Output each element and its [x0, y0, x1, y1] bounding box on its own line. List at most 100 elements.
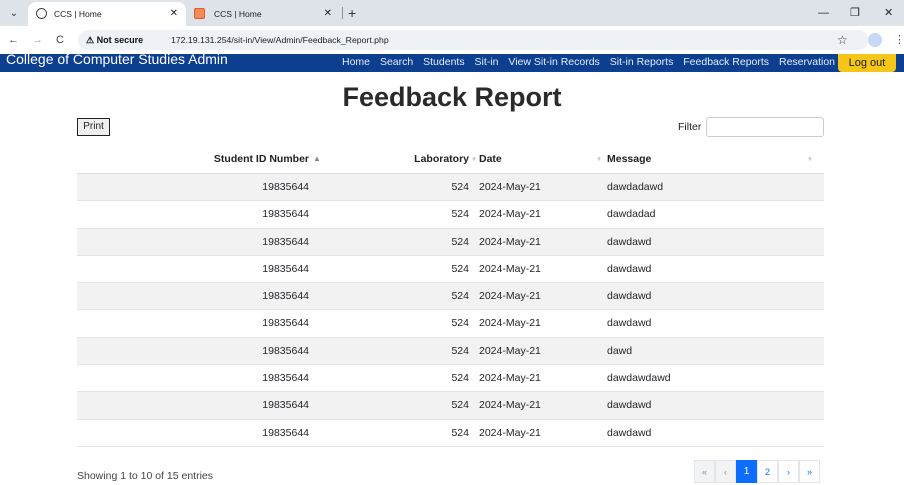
- tab-title: CCS | Home: [54, 9, 102, 19]
- cell-message: dawdawd: [607, 235, 652, 248]
- page-title: Feedback Report: [342, 82, 562, 112]
- site-favicon-icon: [36, 8, 47, 19]
- table-row: 19835644 524 2024-May-21 dawdawd: [77, 283, 824, 311]
- cell-student-id: 19835644: [262, 372, 309, 385]
- cell-message: dawdawd: [607, 262, 652, 275]
- filter-label: Filter: [678, 121, 702, 133]
- cell-student-id: 19835644: [262, 399, 309, 412]
- nav-link-reservation[interactable]: Reservation: [779, 56, 835, 68]
- entries-info: Showing 1 to 10 of 15 entries: [77, 470, 214, 482]
- site-favicon-icon: [194, 8, 205, 19]
- cell-message: dawdawd: [607, 290, 652, 303]
- page-button-1[interactable]: 1: [736, 460, 757, 483]
- cell-student-id: 19835644: [262, 290, 309, 303]
- cell-date: 2024-May-21: [479, 181, 541, 193]
- cell-laboratory: 524: [451, 208, 469, 221]
- cell-student-id: 19835644: [262, 426, 309, 439]
- cell-message: dawdadawd: [607, 181, 664, 193]
- cell-laboratory: 524: [451, 181, 469, 193]
- tab-title: CCS | Home: [214, 9, 262, 19]
- print-button[interactable]: Print: [77, 118, 110, 136]
- column-header-message[interactable]: Message: [607, 146, 817, 173]
- cell-laboratory: 524: [451, 372, 469, 385]
- table-row: 19835644 524 2024-May-21 dawdadad: [77, 201, 824, 229]
- table-body: 19835644 524 2024-May-21 dawdadawd 19835644 5…: [77, 174, 824, 447]
- nav-link-view-sit-in-records[interactable]: View Sit-in Records: [508, 56, 599, 68]
- minimize-icon[interactable]: —: [818, 2, 829, 24]
- cell-laboratory: 524: [451, 235, 469, 248]
- tab-close-icon[interactable]: ✕: [324, 2, 332, 26]
- url-text[interactable]: 172.19.131.254/sit-in/View/Admin/Feedbac…: [171, 30, 389, 50]
- logout-button[interactable]: Log out: [838, 54, 896, 72]
- address-bar[interactable]: ⚠ Not secure 172.19.131.254/sit-in/View/…: [78, 30, 868, 50]
- cell-laboratory: 524: [451, 262, 469, 275]
- navbar-brand[interactable]: College of Computer Studies Admin: [6, 54, 228, 67]
- nav-link-search[interactable]: Search: [380, 56, 413, 68]
- prev-page-button[interactable]: ‹: [715, 460, 736, 483]
- cell-laboratory: 524: [451, 426, 469, 439]
- browser-tab-active[interactable]: CCS | Home ✕: [28, 2, 186, 26]
- cell-student-id: 19835644: [262, 235, 309, 248]
- browser-menu-icon[interactable]: ⋮: [894, 26, 904, 54]
- cell-laboratory: 524: [451, 290, 469, 303]
- cell-message: dawdawdawd: [607, 372, 671, 385]
- reload-icon[interactable]: C: [56, 26, 64, 54]
- nav-link-feedback-reports[interactable]: Feedback Reports: [683, 56, 769, 68]
- cell-date: 2024-May-21: [479, 235, 541, 248]
- table-row: 19835644 524 2024-May-21 dawdawd: [77, 392, 824, 420]
- cell-message: dawd: [607, 344, 633, 357]
- first-page-button[interactable]: «: [694, 460, 715, 483]
- table-row: 19835644 524 2024-May-21 dawdawdawd: [77, 365, 824, 393]
- tab-search-dropdown-icon[interactable]: ⌄: [6, 6, 22, 22]
- pagination: « ‹ 1 2 › »: [694, 460, 820, 483]
- tab-close-icon[interactable]: ✕: [170, 2, 178, 26]
- filter-input[interactable]: [706, 117, 824, 137]
- cell-date: 2024-May-21: [479, 290, 541, 303]
- security-warning[interactable]: ⚠ Not secure: [86, 30, 143, 50]
- close-window-icon[interactable]: ✕: [884, 2, 893, 24]
- cell-date: 2024-May-21: [479, 399, 541, 412]
- cell-student-id: 19835644: [262, 317, 309, 330]
- cell-message: dawdawd: [607, 317, 652, 330]
- forward-icon[interactable]: →: [32, 26, 43, 54]
- new-tab-button[interactable]: +: [348, 2, 356, 24]
- cell-student-id: 19835644: [262, 344, 309, 357]
- cell-student-id: 19835644: [262, 262, 309, 275]
- cell-date: 2024-May-21: [479, 208, 541, 221]
- browser-toolbar: ← → C ⚠ Not secure 172.19.131.254/sit-in…: [0, 26, 904, 54]
- sort-icon[interactable]: ♦: [472, 154, 476, 164]
- cell-date: 2024-May-21: [479, 344, 541, 357]
- nav-link-sit-in-reports[interactable]: Sit-in Reports: [610, 56, 674, 68]
- feedback-table: Student ID Number ▲ Laboratory ♦ Date ♦ …: [77, 146, 824, 447]
- cell-date: 2024-May-21: [479, 317, 541, 330]
- sort-icon[interactable]: ♦: [597, 154, 601, 164]
- bookmark-star-icon[interactable]: ☆: [837, 26, 848, 54]
- sort-icon[interactable]: ♦: [808, 154, 812, 164]
- page-button-2[interactable]: 2: [757, 460, 778, 483]
- table-row: 19835644 524 2024-May-21 dawd: [77, 337, 824, 366]
- cell-student-id: 19835644: [262, 181, 309, 193]
- nav-link-students[interactable]: Students: [423, 56, 464, 68]
- nav-links: Home Search Students Sit-in View Sit-in …: [342, 54, 842, 71]
- column-header-student-id[interactable]: Student ID Number: [77, 146, 309, 173]
- cell-laboratory: 524: [451, 344, 469, 357]
- profile-avatar-icon[interactable]: [868, 33, 882, 47]
- cell-message: dawdawd: [607, 399, 652, 412]
- app-navbar: College of Computer Studies Admin Home S…: [0, 54, 904, 72]
- column-header-laboratory[interactable]: Laboratory: [309, 146, 469, 173]
- cell-laboratory: 524: [451, 317, 469, 330]
- back-icon[interactable]: ←: [8, 26, 19, 54]
- nav-link-sit-in[interactable]: Sit-in: [475, 56, 499, 68]
- nav-link-home[interactable]: Home: [342, 56, 370, 68]
- cell-date: 2024-May-21: [479, 372, 541, 385]
- restore-icon[interactable]: ❐: [850, 2, 860, 24]
- cell-message: dawdadad: [607, 208, 656, 221]
- cell-message: dawdawd: [607, 426, 652, 439]
- table-row: 19835644 524 2024-May-21 dawdadawd: [77, 174, 824, 202]
- next-page-button[interactable]: ›: [778, 460, 799, 483]
- browser-tab-inactive[interactable]: CCS | Home ✕: [188, 2, 340, 26]
- column-header-date[interactable]: Date: [479, 146, 607, 173]
- last-page-button[interactable]: »: [799, 460, 820, 483]
- cell-laboratory: 524: [451, 399, 469, 412]
- tab-separator: [342, 7, 343, 19]
